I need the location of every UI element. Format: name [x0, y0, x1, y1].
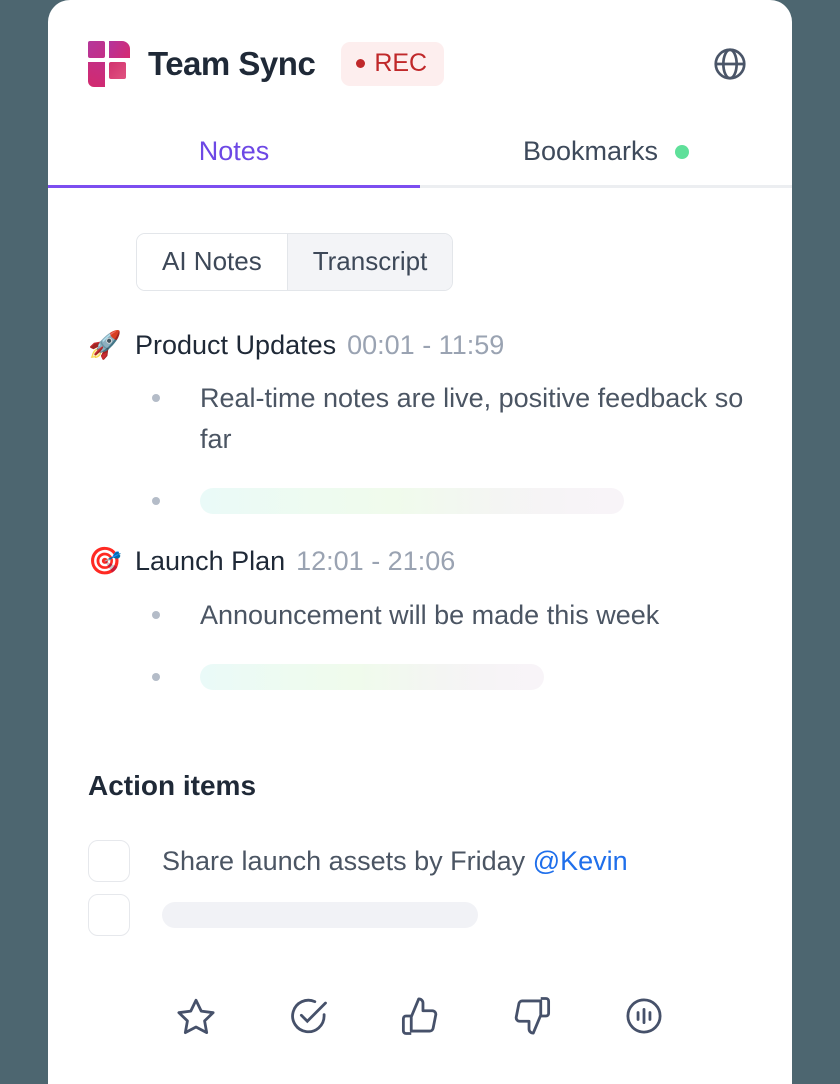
segment-transcript[interactable]: Transcript [286, 234, 453, 290]
action-item-row-placeholder [88, 894, 752, 936]
thumbs-down-icon [514, 997, 551, 1035]
rocket-emoji: 🚀 [88, 330, 122, 361]
note-section-title: Product Updates [135, 330, 337, 360]
bookmarks-status-dot-icon [675, 144, 690, 159]
record-dot-icon [356, 59, 366, 68]
tab-notes[interactable]: Notes [48, 118, 420, 188]
segment-transcript-label: Transcript [312, 246, 428, 276]
notes-mode-segmented-control: AI Notes Transcript [136, 233, 454, 291]
segment-ai-notes[interactable]: AI Notes [137, 234, 287, 290]
note-section-timerange: 12:01 - 21:06 [296, 546, 456, 577]
app-header: Team Sync REC [48, 0, 792, 128]
tab-bar: Notes Bookmarks [48, 118, 792, 188]
action-item-text: Share launch assets by Friday @Kevin [162, 846, 628, 877]
status-badge-recording: REC [341, 42, 445, 86]
app-card: Team Sync REC Notes Bookmarks AI Notes T [48, 0, 792, 1084]
note-bullet-placeholder [88, 657, 752, 691]
segment-ai-notes-label: AI Notes [162, 246, 262, 276]
tab-bookmarks-label: Bookmarks [522, 136, 659, 166]
note-bullet: Announcement will be made this week [88, 595, 752, 636]
action-item-row: Share launch assets by Friday @Kevin [88, 840, 752, 882]
thumbs-up-icon [401, 997, 438, 1035]
star-button[interactable] [172, 992, 220, 1040]
loading-shimmer-bar [200, 664, 544, 691]
bullet-dot-icon [152, 673, 160, 682]
note-bullet-text: Announcement will be made this week [200, 599, 660, 630]
target-emoji: 🎯 [88, 546, 122, 578]
globe-button[interactable] [708, 42, 752, 86]
mention-kevin[interactable]: @Kevin [533, 846, 628, 876]
action-item-checkbox[interactable] [88, 894, 130, 936]
globe-icon [714, 48, 746, 80]
star-icon [177, 998, 215, 1035]
note-bullet-placeholder [88, 481, 752, 515]
bullet-dot-icon [152, 497, 160, 506]
note-section-header: 🎯 Launch Plan 12:01 - 21:06 [88, 546, 752, 578]
bullet-dot-icon [152, 394, 160, 403]
note-section: 🚀 Product Updates 00:01 - 11:59 Real-tim… [88, 330, 752, 515]
note-section-header: 🚀 Product Updates 00:01 - 11:59 [88, 330, 752, 362]
audio-button[interactable] [620, 992, 668, 1040]
note-bullet: Real-time notes are live, positive feedb… [88, 378, 752, 459]
audio-waveform-icon [626, 998, 662, 1034]
thumbs-down-button[interactable] [508, 992, 556, 1040]
loading-shimmer-bar [162, 902, 478, 928]
logo-square-bottom-left [88, 62, 105, 87]
loading-shimmer-bar [200, 488, 624, 515]
notes-body: 🚀 Product Updates 00:01 - 11:59 Real-tim… [48, 330, 792, 722]
rec-label: REC [374, 49, 428, 77]
logo-square-bottom-right [109, 62, 126, 79]
thumbs-up-button[interactable] [396, 992, 444, 1040]
note-section-timerange: 00:01 - 11:59 [347, 330, 505, 360]
bullet-dot-icon [152, 610, 160, 619]
mark-done-button[interactable] [284, 992, 332, 1040]
action-item-label: Share launch assets by Friday [162, 845, 533, 876]
page-title: Team Sync [148, 45, 316, 82]
note-section: 🎯 Launch Plan 12:01 - 21:06 Announcement… [88, 546, 752, 691]
check-circle-icon [291, 998, 327, 1034]
feedback-toolbar [48, 980, 792, 1052]
tab-notes-label: Notes [198, 136, 270, 166]
app-logo [88, 41, 130, 87]
action-items-heading: Action items [88, 770, 257, 801]
tab-bookmarks[interactable]: Bookmarks [420, 118, 792, 185]
logo-square-top-right [109, 41, 130, 58]
logo-square-top-left [88, 41, 105, 58]
note-bullet-text: Real-time notes are live, positive feedb… [200, 383, 744, 454]
action-items-section: Action items Share launch assets by Frid… [48, 770, 792, 948]
action-item-checkbox[interactable] [88, 840, 130, 882]
note-section-title: Launch Plan [135, 546, 286, 577]
